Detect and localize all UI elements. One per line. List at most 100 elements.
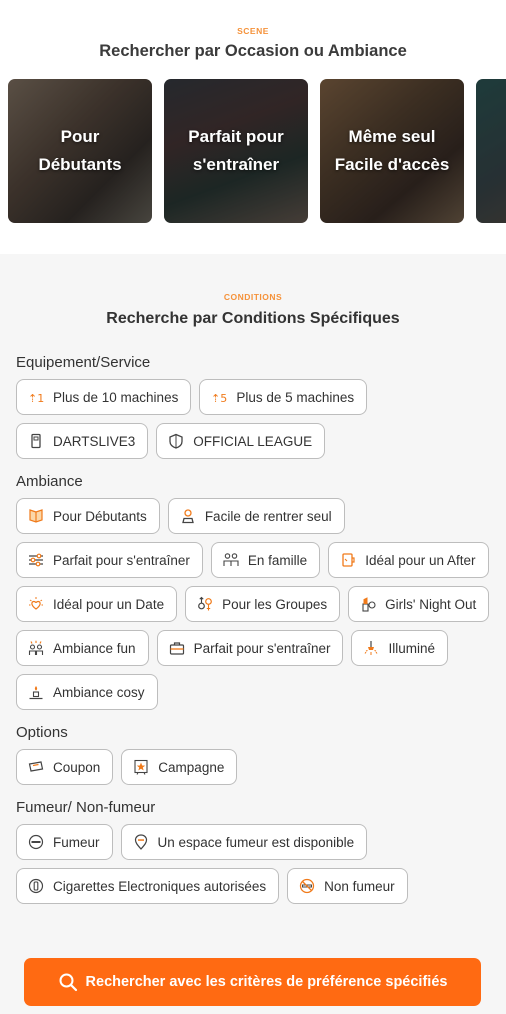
chip-label: DARTSLIVE3 <box>53 433 136 449</box>
heart-sparkle-icon <box>27 595 45 613</box>
chip-family[interactable]: En famille <box>210 542 321 578</box>
chip-label: Ambiance fun <box>53 640 136 656</box>
ten-machines-icon: ⇡10 <box>27 388 45 406</box>
e-cigarette-icon <box>27 877 45 895</box>
scene-section: SCENE Rechercher par Occasion ou Ambianc… <box>0 0 506 254</box>
group-title: Options <box>16 724 68 741</box>
lipstick-icon <box>359 595 377 613</box>
chip-beginners[interactable]: Pour Débutants <box>16 498 160 534</box>
sliders-icon <box>27 551 45 569</box>
chip-label: En famille <box>247 552 308 568</box>
conditions-eyebrow: CONDITIONS <box>223 292 283 302</box>
svg-text:⇡10: ⇡10 <box>28 392 44 405</box>
chip-illuminated[interactable]: Illuminé <box>351 630 448 666</box>
group-smoking: Fumeur/ Non-fumeur Fumeur Un espace fume… <box>0 799 506 904</box>
chip-solo[interactable]: Facile de rentrer seul <box>167 498 345 534</box>
conditions-title: Recherche par Conditions Spécifiques <box>106 310 400 327</box>
party-people-icon <box>27 639 45 657</box>
chip-label: Plus de 10 machines <box>53 389 179 405</box>
scene-card-beginners[interactable]: Pour Débutants <box>8 79 152 223</box>
chip-label: Campagne <box>158 759 225 775</box>
star-badge-icon <box>132 758 150 776</box>
briefcase-icon <box>168 639 186 657</box>
chip-label: Girls' Night Out <box>385 596 477 612</box>
chip-label: Parfait pour s'entraîner <box>53 552 190 568</box>
shield-icon <box>167 432 185 450</box>
chip-label: Coupon <box>53 759 101 775</box>
family-icon <box>222 551 240 569</box>
five-machines-icon: ⇡5 <box>210 388 228 406</box>
dart-machine-icon <box>27 432 45 450</box>
group-equipment: Equipement/Service ⇡10 Plus de 10 machin… <box>0 354 506 459</box>
scene-card-practice[interactable]: Parfait pour s'entraîner <box>164 79 308 223</box>
chip-practice[interactable]: Parfait pour s'entraîner <box>16 542 203 578</box>
chip-label: Fumeur <box>53 834 100 850</box>
chip-label: Non fumeur <box>324 878 395 894</box>
chip-10-machines[interactable]: ⇡10 Plus de 10 machines <box>16 379 192 415</box>
book-icon <box>27 507 45 525</box>
chip-list: Pour Débutants Facile de rentrer seul Pa… <box>16 498 490 710</box>
chip-label: Ambiance cosy <box>53 684 145 700</box>
chip-label: Plus de 5 machines <box>236 389 355 405</box>
conditions-section: CONDITIONS Recherche par Conditions Spéc… <box>0 254 506 1014</box>
search-icon <box>59 973 77 992</box>
group-title: Fumeur/ Non-fumeur <box>16 799 156 816</box>
chip-list: ⇡10 Plus de 10 machines ⇡5 Plus de 5 mac… <box>16 379 490 459</box>
candle-icon <box>27 683 45 701</box>
scene-carousel[interactable]: Pour Débutants Parfait pour s'entraîner … <box>0 79 506 224</box>
gender-group-icon <box>196 595 214 613</box>
svg-text:⇡5: ⇡5 <box>211 392 227 405</box>
group-title: Equipement/Service <box>16 354 151 371</box>
chip-list: Coupon Campagne <box>16 749 490 785</box>
group-title: Ambiance <box>16 473 83 490</box>
chip-label: Pour Débutants <box>53 508 147 524</box>
smoking-icon <box>27 833 45 851</box>
chip-label: Un espace fumeur est disponible <box>157 834 355 850</box>
light-icon <box>362 639 380 657</box>
chip-smoking[interactable]: Fumeur <box>16 824 113 860</box>
search-button-label: Rechercher avec les critères de préféren… <box>85 974 448 990</box>
chip-fun[interactable]: Ambiance fun <box>16 630 149 666</box>
chip-label: OFFICIAL LEAGUE <box>193 433 313 449</box>
chip-label: Pour les Groupes <box>222 596 328 612</box>
chip-after[interactable]: Idéal pour un After <box>328 542 489 578</box>
scene-card-line2: Facile d'accès <box>334 155 450 174</box>
chip-label: Cigarettes Electroniques autorisées <box>53 878 267 894</box>
chip-date[interactable]: Idéal pour un Date <box>16 586 178 622</box>
search-bar: Rechercher avec les critères de préféren… <box>24 958 481 1006</box>
scene-card-solo[interactable]: Même seul Facile d'accès <box>320 79 464 223</box>
scene-card-line1: Pour <box>60 127 100 146</box>
ticket-icon <box>27 758 45 776</box>
scene-card-line2: Débutants <box>38 155 122 174</box>
search-button[interactable]: Rechercher avec les critères de préféren… <box>24 958 481 1006</box>
chip-campaign[interactable]: Campagne <box>121 749 238 785</box>
chip-smoking-area[interactable]: Un espace fumeur est disponible <box>120 824 368 860</box>
chip-label: Parfait pour s'entraîner <box>193 640 331 656</box>
drink-icon <box>339 551 357 569</box>
group-ambiance: Ambiance Pour Débutants Facile de rentre… <box>0 473 506 710</box>
chip-list: Fumeur Un espace fumeur est disponible C… <box>16 824 490 904</box>
scene-title: Rechercher par Occasion ou Ambiance <box>99 42 407 60</box>
person-icon <box>179 507 197 525</box>
scene-card-partial[interactable] <box>476 79 506 223</box>
chip-coupon[interactable]: Coupon <box>16 749 114 785</box>
chip-dartslive3[interactable]: DARTSLIVE3 <box>16 423 149 459</box>
chip-cosy[interactable]: Ambiance cosy <box>16 674 158 710</box>
chip-official-league[interactable]: OFFICIAL LEAGUE <box>156 423 326 459</box>
group-options: Options Coupon Campagne <box>0 724 506 785</box>
scene-eyebrow: SCENE <box>237 26 269 36</box>
chip-girls-night[interactable]: Girls' Night Out <box>348 586 490 622</box>
chip-label: Illuminé <box>388 640 435 656</box>
chip-5-machines[interactable]: ⇡5 Plus de 5 machines <box>199 379 368 415</box>
no-smoking-icon <box>298 877 316 895</box>
scene-card-line1: Parfait pour <box>188 127 284 146</box>
scene-card-line2: s'entraîner <box>192 155 280 174</box>
chip-label: Facile de rentrer seul <box>204 508 332 524</box>
chip-non-smoking[interactable]: Non fumeur <box>287 868 408 904</box>
chip-label: Idéal pour un Date <box>53 596 165 612</box>
scene-card-line1: Même seul <box>348 127 436 146</box>
chip-label: Idéal pour un After <box>365 552 476 568</box>
chip-groups[interactable]: Pour les Groupes <box>185 586 341 622</box>
chip-practice-2[interactable]: Parfait pour s'entraîner <box>156 630 344 666</box>
chip-e-cigarettes[interactable]: Cigarettes Electroniques autorisées <box>16 868 280 904</box>
